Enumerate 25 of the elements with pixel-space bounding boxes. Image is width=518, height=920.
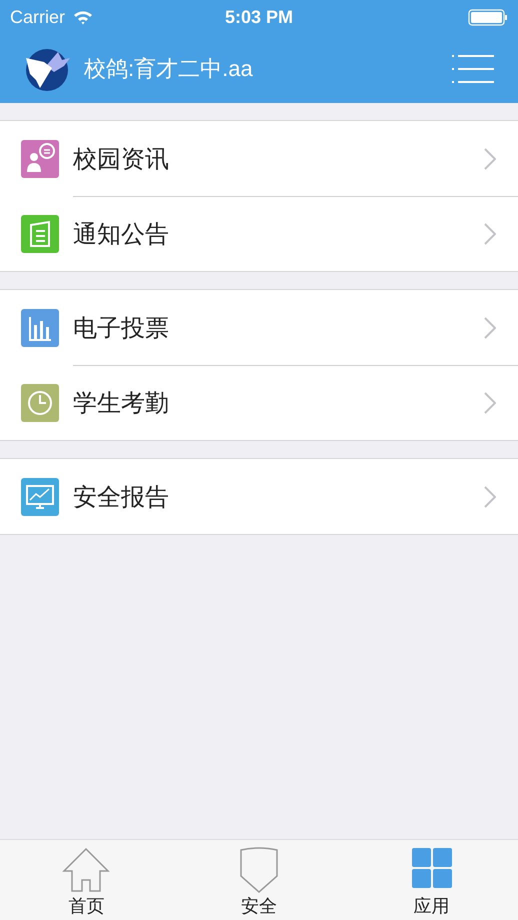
row-label: 通知公告 [73, 220, 169, 250]
menu-row[interactable]: 安全报告 [0, 459, 518, 534]
wifi-icon [73, 10, 94, 24]
house-icon [62, 846, 110, 894]
carrier-text: Carrier [10, 6, 66, 28]
row-label: 电子投票 [73, 314, 169, 344]
nav-title: 校鸽:育才二中.aa [84, 54, 254, 82]
menu-row[interactable]: 校园资讯 [0, 121, 518, 196]
row-label: 学生考勤 [73, 389, 169, 419]
status-time: 5:03 PM [224, 6, 294, 28]
menu-icon[interactable] [452, 54, 494, 84]
tab-bar-item[interactable]: 应用 [345, 840, 518, 920]
battery-icon [468, 8, 508, 26]
menu-row[interactable]: 学生考勤 [0, 365, 518, 440]
tab-bar-item[interactable]: 安全 [172, 840, 346, 920]
chevron-icon [484, 223, 496, 245]
chevron-icon [484, 148, 496, 170]
row-label: 安全报告 [73, 482, 169, 512]
chevron-icon [484, 486, 496, 508]
chevron-icon [484, 392, 496, 414]
chevron-icon [484, 316, 496, 338]
row-label: 校园资讯 [73, 144, 169, 174]
menu-row[interactable]: 通知公告 [0, 196, 518, 271]
tab-bar-item[interactable]: 首页 [0, 840, 173, 920]
menu-row[interactable]: 电子投票 [0, 290, 518, 365]
